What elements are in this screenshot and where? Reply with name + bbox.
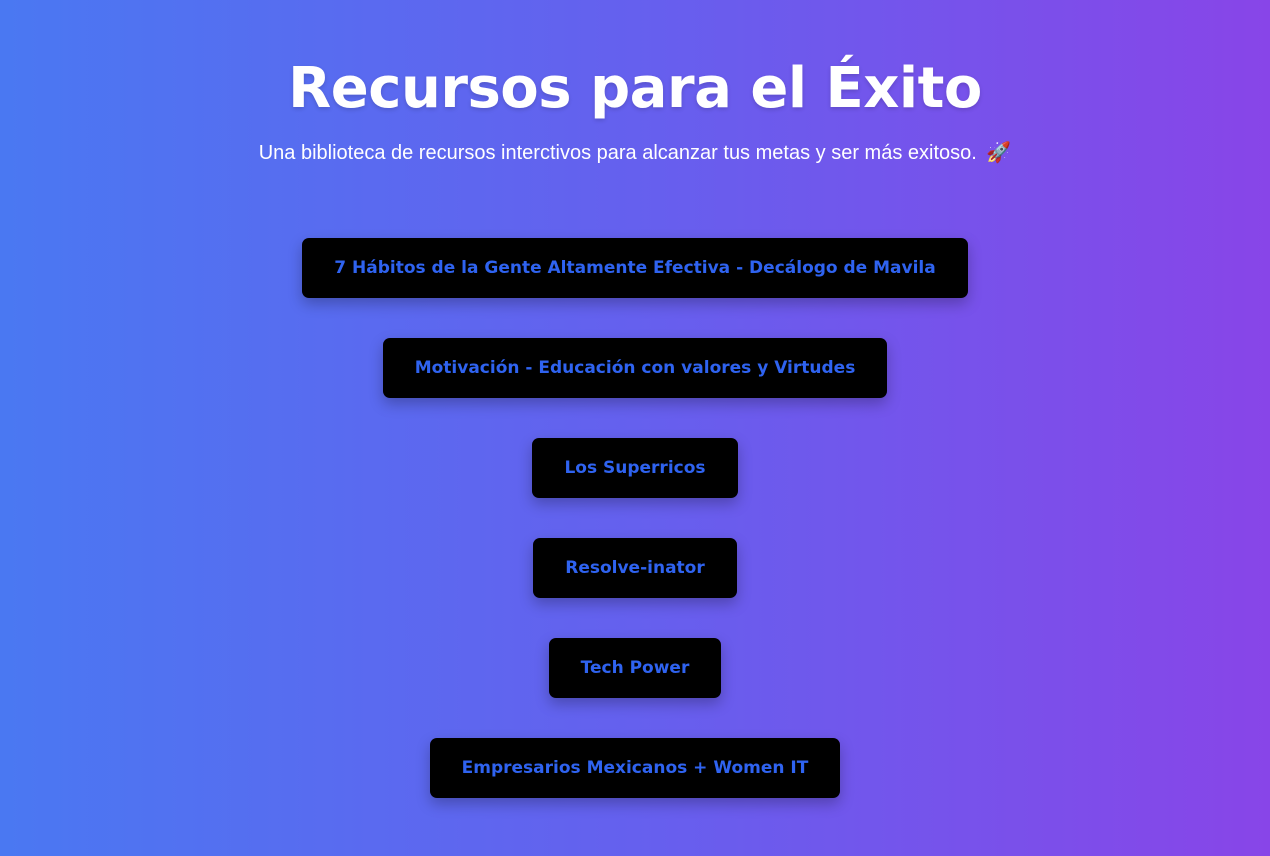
rocket-icon: 🚀 <box>986 142 1012 164</box>
page-header: Recursos para el Éxito Una biblioteca de… <box>0 52 1270 166</box>
resource-button-7-habitos[interactable]: 7 Hábitos de la Gente Altamente Efectiva… <box>302 238 968 298</box>
subtitle-text: Una biblioteca de recursos interctivos p… <box>258 142 977 164</box>
resource-button-resolve-inator[interactable]: Resolve-inator <box>533 538 737 598</box>
resource-button-tech-power[interactable]: Tech Power <box>548 638 722 698</box>
resource-button-los-superricos[interactable]: Los Superricos <box>532 438 738 498</box>
page-subtitle: Una biblioteca de recursos interctivos p… <box>0 140 1270 166</box>
resource-button-motivacion[interactable]: Motivación - Educación con valores y Vir… <box>382 338 888 398</box>
resource-button-empresarios-mexicanos[interactable]: Empresarios Mexicanos + Women IT <box>429 738 841 798</box>
resource-list: 7 Hábitos de la Gente Altamente Efectiva… <box>0 238 1270 798</box>
page-title: Recursos para el Éxito <box>288 56 982 121</box>
